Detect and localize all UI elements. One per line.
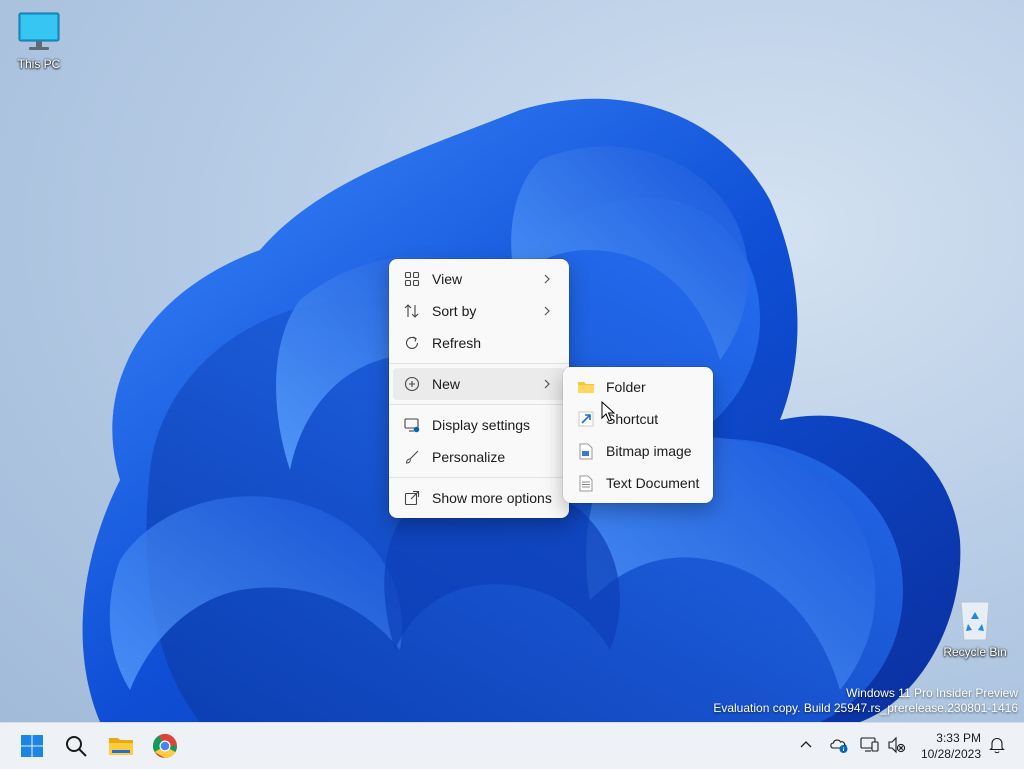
taskbar-clock[interactable]: 3:33 PM 10/28/2023 xyxy=(921,730,981,762)
menu-separator xyxy=(389,477,569,478)
search-icon xyxy=(66,736,87,757)
menu-item-label: New xyxy=(432,376,461,392)
file-explorer-icon xyxy=(109,738,133,755)
desktop-icon-this-pc[interactable]: This PC xyxy=(3,12,75,71)
plus-circle-icon xyxy=(403,375,421,393)
menu-item-view[interactable]: View xyxy=(393,263,565,295)
watermark-line-2: Evaluation copy. Build 25947.rs_prerelea… xyxy=(713,701,1018,715)
desktop-icon-recycle-bin[interactable]: Recycle Bin xyxy=(939,598,1011,659)
recycle-bin-icon xyxy=(960,601,990,641)
menu-item-label: Refresh xyxy=(432,335,482,351)
menu-item-refresh[interactable]: Refresh xyxy=(393,327,565,359)
display-settings-icon xyxy=(403,416,421,434)
start-icon xyxy=(21,735,43,757)
menu-item-label: Display settings xyxy=(432,417,531,433)
chrome-button[interactable] xyxy=(147,728,183,764)
clock-date: 10/28/2023 xyxy=(920,747,981,761)
menu-item-display-settings[interactable]: Display settings xyxy=(393,409,565,441)
network-icon[interactable] xyxy=(860,736,880,754)
chevron-right-icon xyxy=(544,306,550,316)
start-button[interactable] xyxy=(14,728,50,764)
watermark-line-1: Windows 11 Pro Insider Preview xyxy=(846,686,1018,700)
menu-item-label: Sort by xyxy=(432,303,477,319)
search-button[interactable] xyxy=(58,728,94,764)
refresh-icon xyxy=(403,334,421,352)
new-submenu: Folder Shortcut Bitmap image Text Docume… xyxy=(563,367,713,503)
computer-icon xyxy=(18,12,60,50)
notification-bell-icon[interactable] xyxy=(989,736,1005,754)
bitmap-icon xyxy=(577,442,595,460)
submenu-item-label: Folder xyxy=(606,379,646,395)
folder-icon xyxy=(577,378,595,396)
chevron-right-icon xyxy=(544,274,550,284)
submenu-item-bitmap-image[interactable]: Bitmap image xyxy=(567,435,709,467)
taskbar: 3:33 PM 10/28/2023 xyxy=(0,722,1024,769)
submenu-item-label: Bitmap image xyxy=(606,443,692,459)
onedrive-status-icon[interactable] xyxy=(829,736,849,754)
shortcut-icon xyxy=(577,410,595,428)
desktop-icon-label: This PC xyxy=(17,57,61,71)
menu-item-label: Personalize xyxy=(432,449,506,465)
grid-icon xyxy=(403,270,421,288)
expand-icon xyxy=(403,489,421,507)
desktop-context-menu: View Sort by Refresh New Display setting… xyxy=(389,259,569,518)
menu-item-personalize[interactable]: Personalize xyxy=(393,441,565,473)
menu-separator xyxy=(389,363,569,364)
menu-item-label: Show more options xyxy=(432,490,552,506)
chrome-icon xyxy=(152,733,177,758)
menu-item-sort-by[interactable]: Sort by xyxy=(393,295,565,327)
menu-item-show-more-options[interactable]: Show more options xyxy=(393,482,565,514)
submenu-item-text-document[interactable]: Text Document xyxy=(567,467,709,499)
file-explorer-button[interactable] xyxy=(103,728,139,764)
evaluation-watermark: Windows 11 Pro Insider Preview Evaluatio… xyxy=(713,686,1018,716)
desktop-icon-label: Recycle Bin xyxy=(943,645,1007,659)
clock-time: 3:33 PM xyxy=(936,731,981,745)
submenu-item-shortcut[interactable]: Shortcut xyxy=(567,403,709,435)
menu-separator xyxy=(389,404,569,405)
text-document-icon xyxy=(577,474,595,492)
chevron-up-icon[interactable] xyxy=(800,739,812,749)
mouse-cursor-icon xyxy=(601,401,615,422)
sort-icon xyxy=(403,302,421,320)
volume-muted-icon[interactable] xyxy=(887,736,907,754)
submenu-item-label: Text Document xyxy=(606,475,700,491)
menu-item-new[interactable]: New xyxy=(393,368,565,400)
chevron-right-icon xyxy=(544,379,550,389)
submenu-item-folder[interactable]: Folder xyxy=(567,371,709,403)
menu-item-label: View xyxy=(432,271,463,287)
brush-icon xyxy=(403,448,421,466)
